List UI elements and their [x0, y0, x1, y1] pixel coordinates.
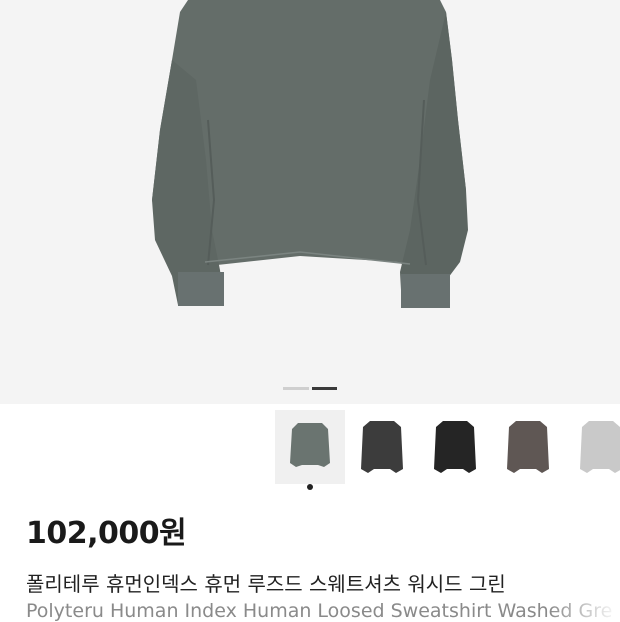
product-name-korean: 폴리테루 휴먼인덱스 휴먼 루즈드 스웨트셔츠 워시드 그린 — [26, 572, 506, 596]
product-price: 102,000원 — [26, 516, 187, 551]
product-image-carousel[interactable] — [0, 0, 620, 404]
carousel-dot-1[interactable] — [283, 387, 309, 390]
sweatshirt-thumbnail-icon — [361, 421, 403, 473]
color-option-charcoal[interactable] — [347, 410, 417, 484]
carousel-dot-2-active[interactable] — [312, 387, 337, 390]
color-option-black[interactable] — [420, 410, 490, 484]
product-main-image — [152, 0, 468, 308]
carousel-indicator — [0, 387, 620, 391]
sweatshirt-thumbnail-icon — [580, 421, 620, 473]
sweatshirt-thumbnail-icon — [434, 421, 476, 473]
sweatshirt-thumbnail-icon — [290, 423, 330, 467]
color-option-light-gray[interactable] — [566, 410, 620, 484]
sweatshirt-thumbnail-icon — [507, 421, 549, 473]
selected-option-indicator — [307, 484, 313, 490]
color-option-brown-gray[interactable] — [493, 410, 563, 484]
color-option-washed-green[interactable] — [275, 410, 345, 484]
product-name-english: Polyteru Human Index Human Loosed Sweats… — [26, 600, 613, 622]
